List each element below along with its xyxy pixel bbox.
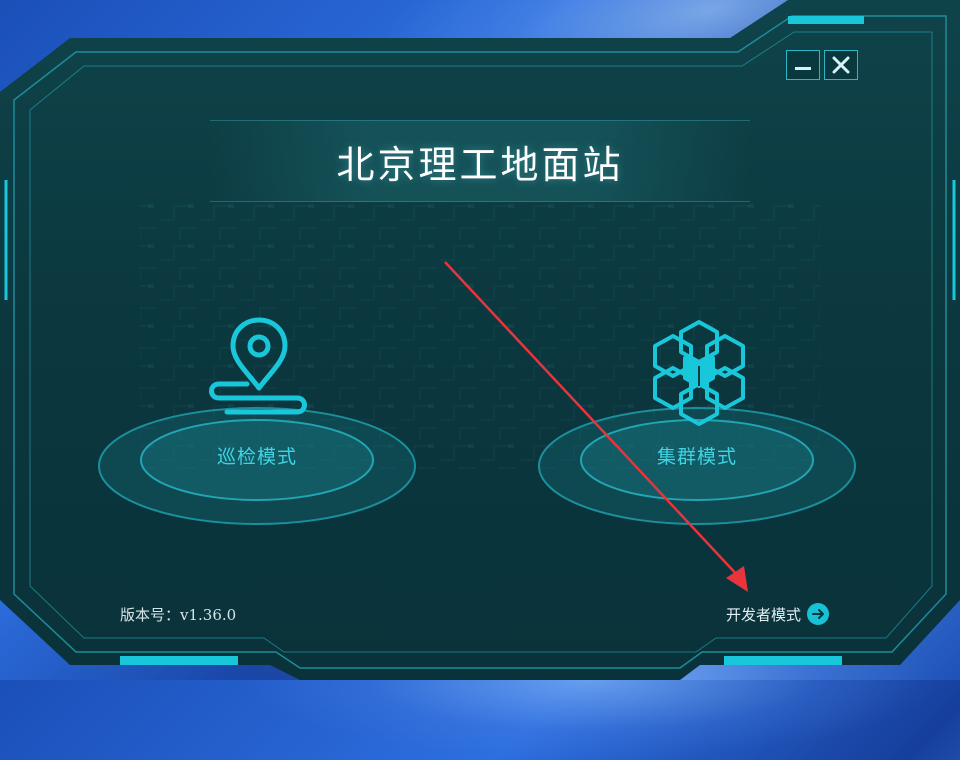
version-text: 版本号：v1.36.0 (120, 606, 237, 624)
cluster-mode-button[interactable]: 集群模式 (537, 300, 857, 530)
arrow-right-glyph (812, 609, 825, 619)
minimize-icon (795, 67, 811, 70)
accent-bar-bottom-right (724, 656, 842, 665)
minimize-button[interactable] (786, 50, 820, 80)
developer-mode-label: 开发者模式 (726, 605, 802, 624)
patrol-mode-button[interactable]: 巡检模式 (97, 300, 417, 530)
developer-mode-link[interactable]: 开发者模式 (726, 602, 830, 626)
accent-bar-bottom-left (120, 656, 238, 665)
patrol-mode-graphic (98, 317, 416, 525)
arrow-right-circle-icon[interactable] (807, 603, 830, 625)
location-pin-route-icon (209, 317, 307, 415)
cluster-mode-graphic (538, 320, 856, 525)
cluster-mode-label: 集群模式 (656, 446, 737, 468)
app-title: 北京理工地面站 (336, 143, 624, 187)
patrol-mode-label: 巡检模式 (216, 446, 297, 468)
accent-bar-top (788, 16, 864, 24)
close-icon (832, 56, 850, 74)
close-button[interactable] (824, 50, 858, 80)
